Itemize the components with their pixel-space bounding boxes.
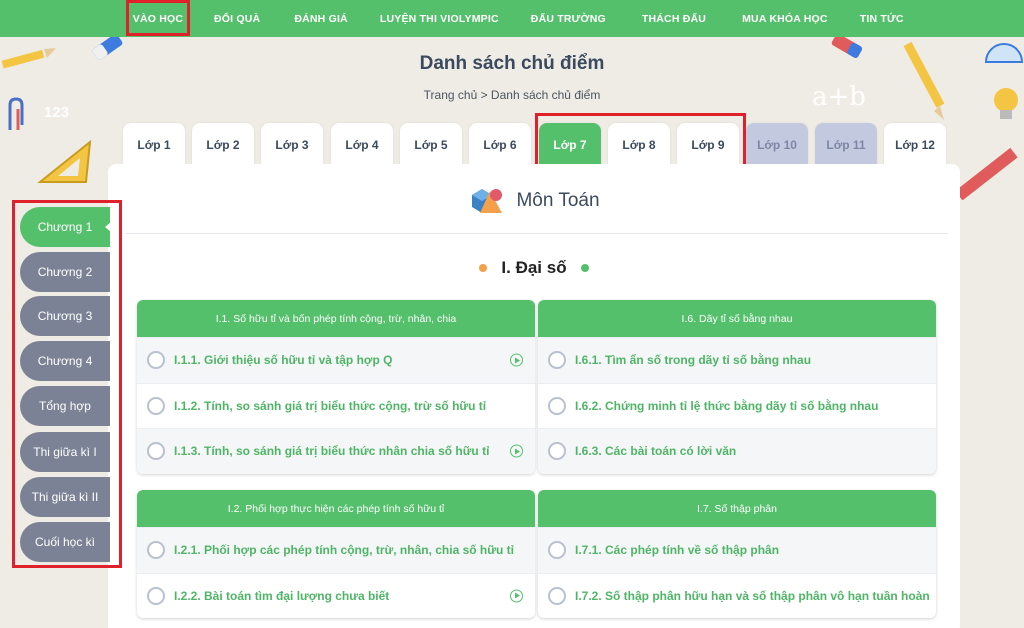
topic-title: I.2. Phối hợp thực hiện các phép tính số… (137, 490, 535, 527)
nav-tin-tuc[interactable]: TIN TỨC (860, 0, 904, 37)
topic-title: I.7. Số thập phân (538, 490, 936, 527)
progress-circle-icon (548, 442, 566, 461)
progress-circle-icon (548, 541, 566, 560)
nav-doi-qua[interactable]: ĐỔI QUÀ (214, 0, 260, 37)
play-video-icon[interactable] (510, 589, 523, 603)
play-video-icon[interactable] (510, 444, 523, 458)
chapter-tab-cuoi-hoc-ki[interactable]: Cuối học kì (20, 522, 110, 562)
nav-vao-hoc[interactable]: VÀO HỌC (128, 0, 188, 37)
tab-lop-10[interactable]: Lớp 10 (746, 123, 808, 167)
nav-dau-truong[interactable]: ĐẤU TRƯỜNG (531, 0, 606, 37)
chapter-tab-2[interactable]: Chương 2 (20, 252, 110, 292)
pencil-icon (903, 41, 945, 120)
progress-circle-icon (147, 586, 165, 605)
section-heading: I. Đại số (108, 258, 960, 278)
tab-lop-12[interactable]: Lớp 12 (884, 123, 946, 167)
nav-thach-dau[interactable]: THÁCH ĐẤU (642, 0, 706, 37)
tab-lop-6[interactable]: Lớp 6 (469, 123, 531, 167)
nav-danh-gia[interactable]: ĐÁNH GIÁ (294, 0, 348, 37)
chapter-tab-1[interactable]: Chương 1 (20, 207, 111, 247)
triangle-ruler-icon (37, 139, 92, 183)
topic-panel: I.7. Số thập phân I.7.1. Các phép tính v… (538, 490, 936, 618)
topic-panel: I.2. Phối hợp thực hiện các phép tính số… (137, 490, 535, 618)
tab-lop-8[interactable]: Lớp 8 (608, 123, 670, 167)
lesson-label: I.6.3. Các bài toán có lời văn (575, 444, 737, 459)
lesson-label: I.1.2. Tính, so sánh giá trị biểu thức c… (174, 398, 487, 413)
lesson-item[interactable]: I.2.2. Bài toán tìm đại lượng chưa biết (137, 572, 535, 619)
lesson-item[interactable]: I.7.2. Số thập phân hữu hạn và số thập p… (538, 572, 936, 619)
chapter-tab-4[interactable]: Chương 4 (20, 341, 110, 381)
lesson-label: I.7.1. Các phép tính về số thập phân (575, 543, 780, 558)
subject-header: Môn Toán (108, 185, 960, 217)
lesson-label: I.1.1. Giới thiệu số hữu tỉ và tập hợp Q (174, 353, 393, 368)
lesson-item[interactable]: I.2.1. Phối hợp các phép tính cộng, trừ,… (137, 527, 535, 573)
lesson-item[interactable]: I.6.1. Tìm ẩn số trong dãy tỉ số bằng nh… (538, 337, 936, 383)
tab-lop-5[interactable]: Lớp 5 (400, 123, 462, 167)
progress-circle-icon (147, 351, 165, 370)
progress-circle-icon (548, 586, 566, 605)
lesson-item[interactable]: I.1.2. Tính, so sánh giá trị biểu thức c… (137, 382, 535, 429)
page-title: Danh sách chủ điểm (419, 53, 605, 74)
section-title: I. Đại số (501, 258, 567, 277)
orange-dot (479, 264, 488, 272)
topic-title: I.6. Dãy tỉ số bằng nhau (538, 300, 936, 337)
nav-luyen-thi-violympic[interactable]: LUYỆN THI VIOLYMPIC (380, 0, 499, 37)
lesson-item[interactable]: I.1.3. Tính, so sánh giá trị biểu thức n… (137, 428, 535, 474)
lesson-label: I.6.1. Tìm ẩn số trong dãy tỉ số bằng nh… (575, 353, 812, 368)
tab-lop-7[interactable]: Lớp 7 (539, 123, 601, 167)
subject-title: Môn Toán (516, 190, 600, 211)
progress-circle-icon (147, 442, 165, 461)
tab-lop-11[interactable]: Lớp 11 (815, 123, 877, 167)
chapter-tab-tong-hop[interactable]: Tổng hợp (20, 386, 110, 426)
breadcrumb[interactable]: Trang chủ > Danh sách chủ điểm (0, 88, 1024, 102)
lesson-label: I.6.2. Chứng minh tỉ lệ thức bằng dãy tỉ… (575, 398, 879, 413)
progress-circle-icon (147, 396, 165, 415)
lesson-label: I.2.2. Bài toán tìm đại lượng chưa biết (174, 588, 390, 603)
tab-lop-4[interactable]: Lớp 4 (331, 123, 393, 167)
progress-circle-icon (147, 541, 165, 560)
lesson-item[interactable]: I.7.1. Các phép tính về số thập phân (538, 527, 936, 573)
tab-lop-9[interactable]: Lớp 9 (677, 123, 739, 167)
divider (126, 233, 948, 234)
play-video-icon[interactable] (510, 353, 523, 367)
top-navigation: VÀO HỌC ĐỔI QUÀ ĐÁNH GIÁ LUYỆN THI VIOLY… (0, 0, 1024, 37)
topic-panel: I.1. Số hữu tỉ và bốn phép tính cộng, tr… (137, 300, 535, 474)
shapes-icon (472, 189, 503, 213)
topic-panel: I.6. Dãy tỉ số bằng nhau I.6.1. Tìm ẩn s… (538, 300, 936, 474)
topic-title: I.1. Số hữu tỉ và bốn phép tính cộng, tr… (137, 300, 535, 337)
chapter-tab-giua-ki-2[interactable]: Thi giữa kì II (20, 477, 110, 517)
tab-lop-3[interactable]: Lớp 3 (261, 123, 323, 167)
green-dot (580, 264, 589, 272)
lesson-label: I.2.1. Phối hợp các phép tính cộng, trừ,… (174, 543, 514, 558)
tab-lop-2[interactable]: Lớp 2 (192, 123, 254, 167)
lesson-item[interactable]: I.6.2. Chứng minh tỉ lệ thức bằng dãy tỉ… (538, 382, 936, 429)
lesson-item[interactable]: I.6.3. Các bài toán có lời văn (538, 428, 936, 474)
progress-circle-icon (548, 351, 566, 370)
lesson-item[interactable]: I.1.1. Giới thiệu số hữu tỉ và tập hợp Q (137, 337, 535, 383)
progress-circle-icon (548, 396, 566, 415)
tab-lop-1[interactable]: Lớp 1 (123, 123, 185, 167)
chapter-tab-3[interactable]: Chương 3 (20, 296, 110, 336)
nav-mua-khoa-hoc[interactable]: MUA KHÓA HỌC (742, 0, 828, 37)
number-doodle: 123 (44, 104, 70, 121)
lesson-label: I.7.2. Số thập phân hữu hạn và số thập p… (575, 588, 930, 603)
chapter-tab-giua-ki-1[interactable]: Thi giữa kì I (20, 432, 110, 472)
lesson-label: I.1.3. Tính, so sánh giá trị biểu thức n… (174, 444, 490, 459)
